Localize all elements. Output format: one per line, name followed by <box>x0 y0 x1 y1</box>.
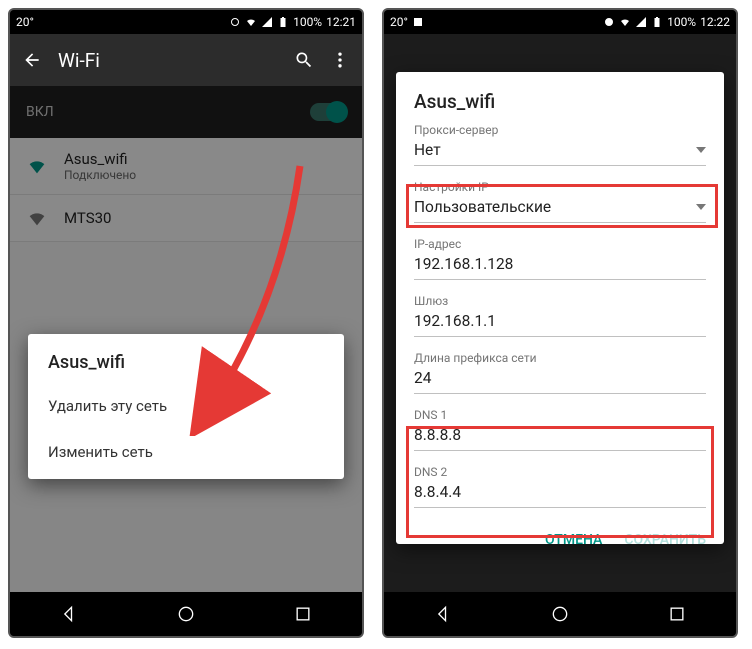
signal-icon <box>635 16 647 28</box>
status-bar: 20° 100% 12:21 <box>10 10 362 34</box>
status-bar: 20° 100% 12:22 <box>384 10 736 34</box>
dns2-value: 8.8.4.4 <box>414 483 461 501</box>
prefix-field[interactable]: Длина префикса сети 24 <box>414 351 706 394</box>
signal-icon <box>261 16 273 28</box>
content-area: ВКЛ Asus_wifi Подключено MTS30 Asus_wifi… <box>10 86 362 592</box>
search-icon[interactable] <box>294 50 314 70</box>
dialog-actions: ОТМЕНА СОХРАНИТЬ <box>396 522 724 554</box>
overflow-icon[interactable] <box>330 50 350 70</box>
prefix-value: 24 <box>414 369 431 387</box>
dialog-title: Asus_wifi <box>414 90 706 113</box>
wifi-icon <box>619 16 631 28</box>
alarm-icon <box>229 16 241 28</box>
ip-settings-field[interactable]: Настройки IP Пользовательские <box>414 180 706 223</box>
dropdown-icon <box>696 204 706 210</box>
nav-recent-icon[interactable] <box>293 604 313 624</box>
gateway-field[interactable]: Шлюз 192.168.1.1 <box>414 294 706 337</box>
app-bar: Wi-Fi <box>10 34 362 86</box>
network-edit-dialog: Asus_wifi Прокси-сервер Нет Настройки IP… <box>396 72 724 544</box>
nav-recent-icon[interactable] <box>667 604 687 624</box>
gateway-label: Шлюз <box>414 294 706 308</box>
nav-back-icon[interactable] <box>433 604 453 624</box>
dns2-label: DNS 2 <box>414 465 706 479</box>
ip-address-field[interactable]: IP-адрес 192.168.1.128 <box>414 237 706 280</box>
nav-back-icon[interactable] <box>59 604 79 624</box>
phone-left: 20° 100% 12:21 Wi-Fi ВКЛ Asus_wifi Подкл… <box>8 8 364 638</box>
menu-item-modify[interactable]: Изменить сеть <box>28 429 344 475</box>
ip-address-label: IP-адрес <box>414 237 706 251</box>
phone-right: 20° 100% 12:22 Asus_wifi Прокси-сервер Н… <box>382 8 738 638</box>
back-icon[interactable] <box>22 50 42 70</box>
nav-bar <box>10 592 362 636</box>
nav-home-icon[interactable] <box>176 604 196 624</box>
battery-charge-icon <box>277 16 289 28</box>
proxy-value: Нет <box>414 141 441 159</box>
context-menu-title: Asus_wifi <box>28 334 344 383</box>
wifi-icon <box>245 16 257 28</box>
gateway-value: 192.168.1.1 <box>414 312 496 330</box>
screenshot-icon <box>412 16 424 28</box>
clock: 12:21 <box>326 15 356 29</box>
context-menu: Asus_wifi Удалить эту сеть Изменить сеть <box>28 334 344 479</box>
ip-address-value: 192.168.1.128 <box>414 255 513 273</box>
cancel-button[interactable]: ОТМЕНА <box>545 532 602 548</box>
menu-item-forget[interactable]: Удалить эту сеть <box>28 383 344 429</box>
temperature: 20° <box>390 15 408 29</box>
dns1-value: 8.8.8.8 <box>414 426 461 444</box>
save-button[interactable]: СОХРАНИТЬ <box>624 532 706 548</box>
content-area: Asus_wifi Прокси-сервер Нет Настройки IP… <box>384 34 736 592</box>
alarm-icon <box>603 16 615 28</box>
ip-settings-value: Пользовательские <box>414 198 551 216</box>
clock: 12:22 <box>700 15 730 29</box>
dns2-field[interactable]: DNS 2 8.8.4.4 <box>414 465 706 508</box>
ip-settings-label: Настройки IP <box>414 180 706 194</box>
page-title: Wi-Fi <box>58 49 278 72</box>
battery-percent: 100% <box>667 15 696 29</box>
battery-percent: 100% <box>293 15 322 29</box>
battery-charge-icon <box>651 16 663 28</box>
proxy-field[interactable]: Прокси-сервер Нет <box>414 123 706 166</box>
nav-bar <box>384 592 736 636</box>
temperature: 20° <box>16 15 34 29</box>
dropdown-icon <box>696 147 706 153</box>
dns1-label: DNS 1 <box>414 408 706 422</box>
prefix-label: Длина префикса сети <box>414 351 706 365</box>
proxy-label: Прокси-сервер <box>414 123 706 137</box>
dns1-field[interactable]: DNS 1 8.8.8.8 <box>414 408 706 451</box>
nav-home-icon[interactable] <box>550 604 570 624</box>
